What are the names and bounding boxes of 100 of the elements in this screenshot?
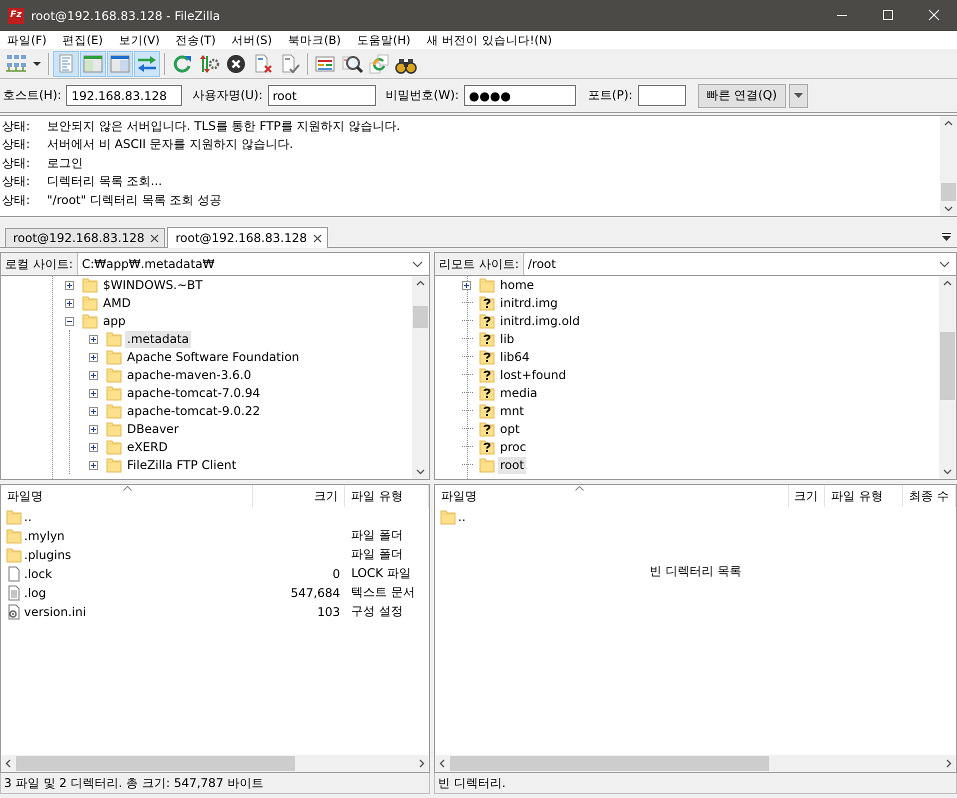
- quickconnect-button[interactable]: 빠른 연결(Q): [698, 84, 786, 108]
- tree-item[interactable]: apache-maven-3.6.0: [125, 366, 254, 384]
- expand-icon[interactable]: [89, 388, 98, 398]
- tree-item[interactable]: .metadata: [125, 330, 191, 348]
- table-cell: 파일 폴더: [351, 546, 404, 563]
- unknown-file-icon: [479, 313, 495, 329]
- tree-item[interactable]: opt: [498, 420, 522, 438]
- port-field[interactable]: [638, 85, 686, 106]
- folder-icon: [6, 546, 22, 562]
- close-icon[interactable]: [312, 234, 322, 242]
- tree-item[interactable]: apache-tomcat-7.0.94: [125, 384, 262, 402]
- status-label: 상태:: [2, 154, 32, 172]
- folder-icon: [106, 439, 122, 455]
- scroll-thumb[interactable]: [16, 756, 295, 771]
- host-field[interactable]: 192.168.83.128: [66, 85, 182, 106]
- file-name[interactable]: .mylyn: [24, 528, 65, 542]
- column-header[interactable]: 파일 유형: [345, 485, 429, 507]
- expand-icon[interactable]: [89, 442, 98, 452]
- tree-item[interactable]: initrd.img: [498, 294, 560, 312]
- column-header[interactable]: 파일명: [435, 485, 789, 507]
- connection-tab[interactable]: root@192.168.83.128: [167, 227, 328, 248]
- unknown-file-icon: [479, 367, 495, 383]
- table-cell: 텍스트 문서: [351, 584, 416, 601]
- menu-item[interactable]: 도움말(H): [352, 32, 416, 48]
- status-label: 상태:: [2, 118, 32, 135]
- expand-icon[interactable]: [89, 460, 98, 470]
- dropdown-button[interactable]: [788, 84, 808, 108]
- log-message: 디렉터리 목록 조회...: [47, 173, 162, 190]
- tree-item[interactable]: Apache Software Foundation: [125, 348, 302, 366]
- scroll-thumb[interactable]: [450, 756, 770, 771]
- expand-icon[interactable]: [89, 406, 98, 416]
- tree-item[interactable]: mnt: [498, 402, 526, 420]
- menu-item[interactable]: 전송(T): [170, 32, 221, 48]
- message-log-button[interactable]: [53, 50, 79, 76]
- table-cell: 103: [317, 604, 340, 618]
- sync-icon: [368, 52, 390, 74]
- status-label: 상태:: [2, 173, 32, 190]
- menu-item[interactable]: 보기(V): [114, 32, 165, 48]
- tab-menu-icon: [942, 233, 951, 241]
- menu-item[interactable]: 편집(E): [58, 32, 108, 48]
- expand-icon[interactable]: [89, 424, 98, 434]
- expand-icon[interactable]: [65, 298, 74, 308]
- tree-item[interactable]: root: [498, 456, 526, 474]
- tree-item[interactable]: app: [101, 312, 128, 330]
- tree-item[interactable]: DBeaver: [125, 420, 181, 438]
- tree-item[interactable]: eXERD: [125, 438, 170, 456]
- tree-item[interactable]: media: [498, 384, 540, 402]
- column-header[interactable]: 크기: [789, 485, 825, 507]
- scrollbar[interactable]: [940, 116, 957, 216]
- scrollbar[interactable]: [1, 755, 429, 772]
- scroll-thumb[interactable]: [413, 306, 428, 328]
- menu-item[interactable]: 파일(F): [2, 32, 52, 48]
- expand-icon[interactable]: [65, 280, 74, 290]
- caret-icon: [33, 62, 41, 66]
- field-label: 포트(P):: [588, 87, 633, 104]
- file-name[interactable]: ..: [24, 510, 32, 524]
- menu-item[interactable]: 새 버전이 있습니다!(N): [421, 32, 557, 48]
- tree-item[interactable]: proc: [498, 438, 528, 456]
- file-name[interactable]: version.ini: [24, 604, 86, 618]
- table-cell: 파일 폴더: [351, 527, 404, 544]
- folder-icon: [82, 313, 98, 329]
- settings-file-icon: [6, 604, 22, 620]
- tree-item[interactable]: home: [498, 276, 536, 294]
- scrollbar[interactable]: [435, 755, 956, 772]
- expand-icon[interactable]: [89, 334, 98, 344]
- collapse-icon[interactable]: [65, 316, 74, 326]
- scrollbar[interactable]: [412, 276, 429, 479]
- unknown-file-icon: [479, 421, 495, 437]
- expand-icon[interactable]: [89, 352, 98, 362]
- tree-item[interactable]: lib64: [498, 348, 532, 366]
- username-field[interactable]: root: [268, 85, 376, 106]
- local-tree-button[interactable]: [80, 50, 106, 76]
- tree-item[interactable]: initrd.img.old: [498, 312, 582, 330]
- tree-item[interactable]: apache-tomcat-9.0.22: [125, 402, 262, 420]
- tree-item[interactable]: $WINDOWS.~BT: [101, 276, 205, 294]
- connection-tab[interactable]: root@192.168.83.128: [5, 228, 166, 247]
- transfer-queue-button[interactable]: [134, 50, 160, 76]
- unknown-file-icon: [479, 295, 495, 311]
- column-header[interactable]: 최종 수: [903, 485, 956, 507]
- scroll-thumb[interactable]: [941, 183, 956, 201]
- scroll-thumb[interactable]: [940, 332, 955, 400]
- file-name[interactable]: .lock: [24, 566, 52, 580]
- file-name[interactable]: .plugins: [24, 548, 72, 562]
- column-header[interactable]: 크기: [253, 485, 346, 507]
- remote-tree-button[interactable]: [107, 50, 133, 76]
- tree-item[interactable]: lost+found: [498, 366, 568, 384]
- expand-icon[interactable]: [89, 370, 98, 380]
- tree-item[interactable]: lib: [498, 330, 516, 348]
- tree-item[interactable]: AMD: [101, 294, 133, 312]
- file-name[interactable]: ..: [458, 510, 466, 524]
- column-header[interactable]: 파일명: [1, 485, 254, 507]
- file-name[interactable]: .log: [24, 586, 46, 600]
- tree-item[interactable]: FileZilla FTP Client: [125, 456, 238, 474]
- menu-item[interactable]: 서버(S): [226, 32, 277, 48]
- scrollbar[interactable]: [939, 276, 956, 479]
- close-icon[interactable]: [150, 234, 160, 242]
- column-header[interactable]: 파일 유형: [825, 485, 903, 507]
- password-field[interactable]: ●●●●: [464, 85, 576, 106]
- menu-item[interactable]: 북마크(B): [282, 32, 346, 48]
- expand-icon[interactable]: [462, 280, 471, 290]
